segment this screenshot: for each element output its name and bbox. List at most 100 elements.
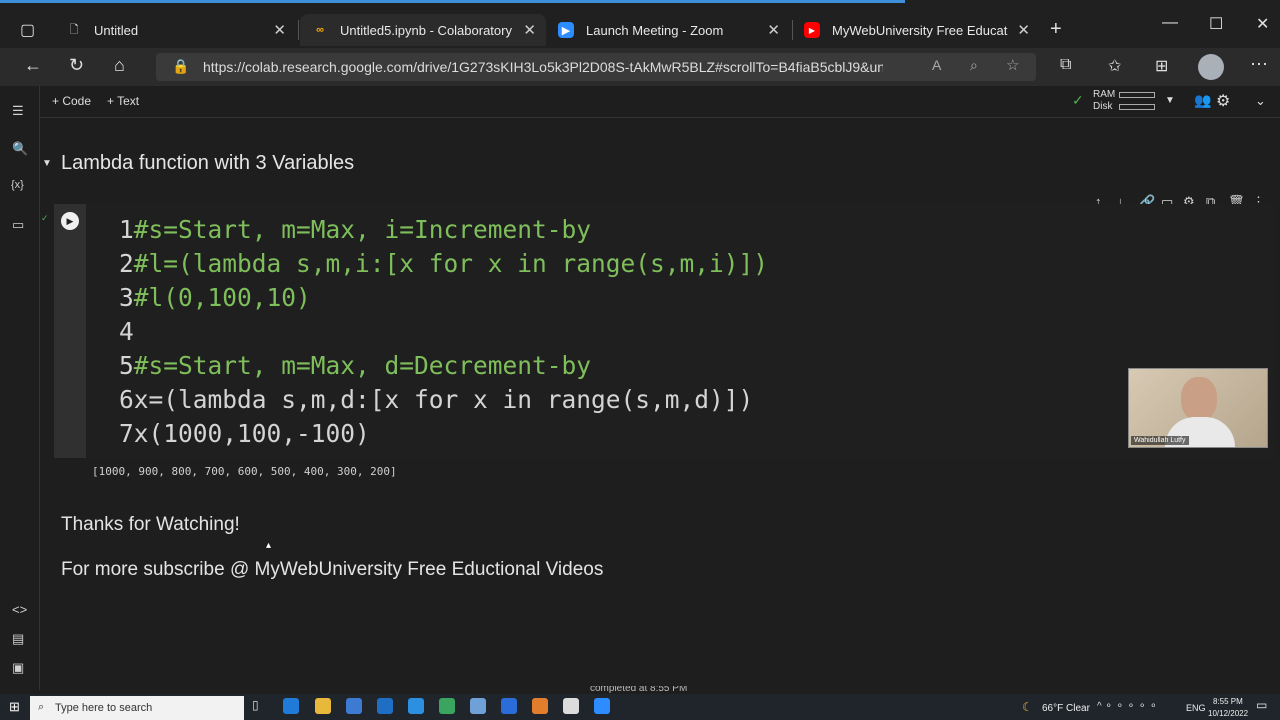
tab-youtube[interactable]: ▶ MyWebUniversity Free Educatio ✕ (794, 14, 1040, 46)
document-icon[interactable] (563, 698, 579, 714)
tab-label: Untitled (94, 22, 139, 38)
system-tray-icon[interactable]: ^ ⚬ ⚬ ⚬ ⚬ ⚬ (1097, 701, 1157, 712)
add-text-button[interactable]: + Text (107, 94, 139, 108)
collapse-section-icon[interactable]: ▼ (42, 158, 52, 169)
variables-icon[interactable]: {x} (11, 179, 24, 191)
store-icon[interactable] (346, 698, 362, 714)
section-title: Lambda function with 3 Variables (61, 152, 355, 174)
code-snippets-icon[interactable]: <> (12, 602, 27, 617)
clock-date[interactable]: 10/12/2022 (1208, 709, 1248, 718)
webcam-overlay[interactable]: Wahidullah Lutfy (1128, 368, 1268, 448)
colab-icon: ∞ (316, 24, 324, 36)
url-text[interactable]: https://colab.research.google.com/drive/… (203, 59, 883, 75)
tab-untitled[interactable]: 🗋 Untitled ✕ (56, 14, 296, 46)
close-icon[interactable]: ✕ (523, 21, 536, 39)
disk-meter[interactable] (1119, 104, 1155, 110)
zoom-icon: ▶ (558, 22, 574, 38)
run-cell-button[interactable]: ▶ (61, 212, 79, 230)
vscode-icon[interactable] (501, 698, 517, 714)
mail-icon[interactable] (377, 698, 393, 714)
chevron-down-icon[interactable]: ▼ (1165, 95, 1175, 106)
code-line-1[interactable]: 1#s=Start, m=Max, i=Increment-by (119, 215, 591, 244)
lock-icon: 🔒 (172, 58, 190, 74)
taskbar-search[interactable]: ⌕ Type here to search (30, 696, 244, 720)
presenter-face (1181, 377, 1217, 421)
loading-progress-line (0, 0, 905, 3)
address-bar[interactable]: 🔒 https://colab.research.google.com/driv… (156, 53, 1036, 81)
code-line-4[interactable]: 4 (119, 317, 134, 346)
status-bar: completed at 8:55 PM (40, 686, 1280, 694)
maximize-button[interactable]: ☐ (1209, 14, 1223, 34)
command-palette-icon[interactable]: ▤ (12, 631, 24, 647)
file-explorer-icon[interactable] (315, 698, 331, 714)
home-icon[interactable]: ⌂ (114, 55, 125, 76)
reload-icon[interactable]: ↻ (69, 55, 84, 76)
tab-actions-icon[interactable]: ▢ (20, 20, 35, 40)
colab-toolbar (0, 86, 1280, 118)
share-icon[interactable]: 👥 (1194, 92, 1211, 109)
code-line-6[interactable]: 6x=(lambda s,m,d:[x for x in range(s,m,d… (119, 385, 753, 414)
app-icon[interactable] (408, 698, 424, 714)
tab-separator (298, 20, 299, 40)
app-icon[interactable] (470, 698, 486, 714)
new-tab-button[interactable]: + (1050, 18, 1062, 41)
close-window-button[interactable]: ✕ (1256, 14, 1269, 34)
settings-icon[interactable]: ⚙ (1216, 91, 1230, 111)
code-line-3[interactable]: 3#l(0,100,10) (119, 283, 311, 312)
cell-gutter (54, 204, 86, 458)
thanks-text: Thanks for Watching! (61, 514, 240, 535)
edge-icon[interactable] (283, 698, 299, 714)
ram-meter[interactable] (1119, 92, 1155, 98)
search-icon[interactable]: 🔍 (12, 141, 28, 157)
clock-time[interactable]: 8:55 PM (1213, 697, 1243, 706)
zoom-icon[interactable] (594, 698, 610, 714)
close-icon[interactable]: ✕ (273, 21, 286, 39)
tab-label: Launch Meeting - Zoom (586, 22, 724, 38)
page-icon: 🗋 (69, 23, 79, 36)
participant-name: Wahidullah Lutfy (1131, 436, 1189, 445)
code-line-2[interactable]: 2#l=(lambda s,m,i:[x for x in range(s,m,… (119, 249, 768, 278)
tab-colab[interactable]: ∞ Untitled5.ipynb - Colaboratory ✕ (300, 14, 546, 46)
collapse-icon[interactable]: ⌄ (1255, 93, 1266, 109)
terminal-icon[interactable]: ▣ (12, 660, 24, 676)
colab-sidebar (0, 86, 40, 690)
weather-text[interactable]: 66°F Clear (1042, 703, 1090, 714)
ram-label: RAM (1093, 89, 1116, 100)
disk-label: Disk (1093, 101, 1113, 112)
output-text: [1000, 900, 800, 700, 600, 500, 400, 300… (92, 465, 397, 478)
folder-icon[interactable]: ▭ (12, 217, 24, 233)
subscribe-text: For more subscribe @ MyWebUniversity Fre… (61, 559, 604, 580)
favorites-icon[interactable]: ✩ (1108, 56, 1121, 76)
connected-check-icon: ✓ (1072, 92, 1084, 108)
tab-label: Untitled5.ipynb - Colaboratory (340, 22, 512, 38)
more-icon[interactable]: ⋯ (1250, 54, 1268, 75)
app-icon[interactable] (439, 698, 455, 714)
close-icon[interactable]: ✕ (767, 21, 780, 39)
mouse-cursor: ▴ (266, 540, 272, 551)
language-indicator[interactable]: ENG (1186, 703, 1206, 713)
add-code-button[interactable]: + Code (52, 94, 91, 108)
zoom-icon[interactable]: ⌕ (970, 57, 978, 74)
run-status-check-icon: ✓ (41, 213, 49, 223)
youtube-icon: ▶ (804, 22, 820, 38)
code-line-5[interactable]: 5#s=Start, m=Max, d=Decrement-by (119, 351, 591, 380)
read-aloud-icon[interactable]: A (932, 57, 941, 73)
notifications-icon[interactable]: ▭ (1256, 698, 1267, 712)
minimize-button[interactable]: — (1162, 14, 1178, 32)
search-icon: ⌕ (38, 701, 45, 713)
collections-icon[interactable]: ⊞ (1155, 56, 1168, 76)
favorite-icon[interactable]: ☆ (1006, 56, 1019, 74)
windows-start-icon[interactable]: ⊞ (9, 699, 20, 715)
extensions-icon[interactable]: ⧉ (1060, 56, 1071, 74)
toc-icon[interactable]: ☰ (12, 103, 24, 119)
tab-label: MyWebUniversity Free Educatio (832, 22, 1008, 38)
search-placeholder: Type here to search (55, 702, 153, 714)
close-icon[interactable]: ✕ (1017, 21, 1030, 39)
avatar[interactable] (1198, 54, 1224, 80)
code-line-7[interactable]: 7x(1000,100,-100) (119, 419, 370, 448)
tab-zoom[interactable]: ▶ Launch Meeting - Zoom ✕ (548, 14, 790, 46)
tab-separator (792, 20, 793, 40)
back-icon[interactable]: ← (24, 55, 42, 76)
app-icon[interactable] (532, 698, 548, 714)
task-view-icon[interactable]: ▯ (252, 698, 268, 714)
